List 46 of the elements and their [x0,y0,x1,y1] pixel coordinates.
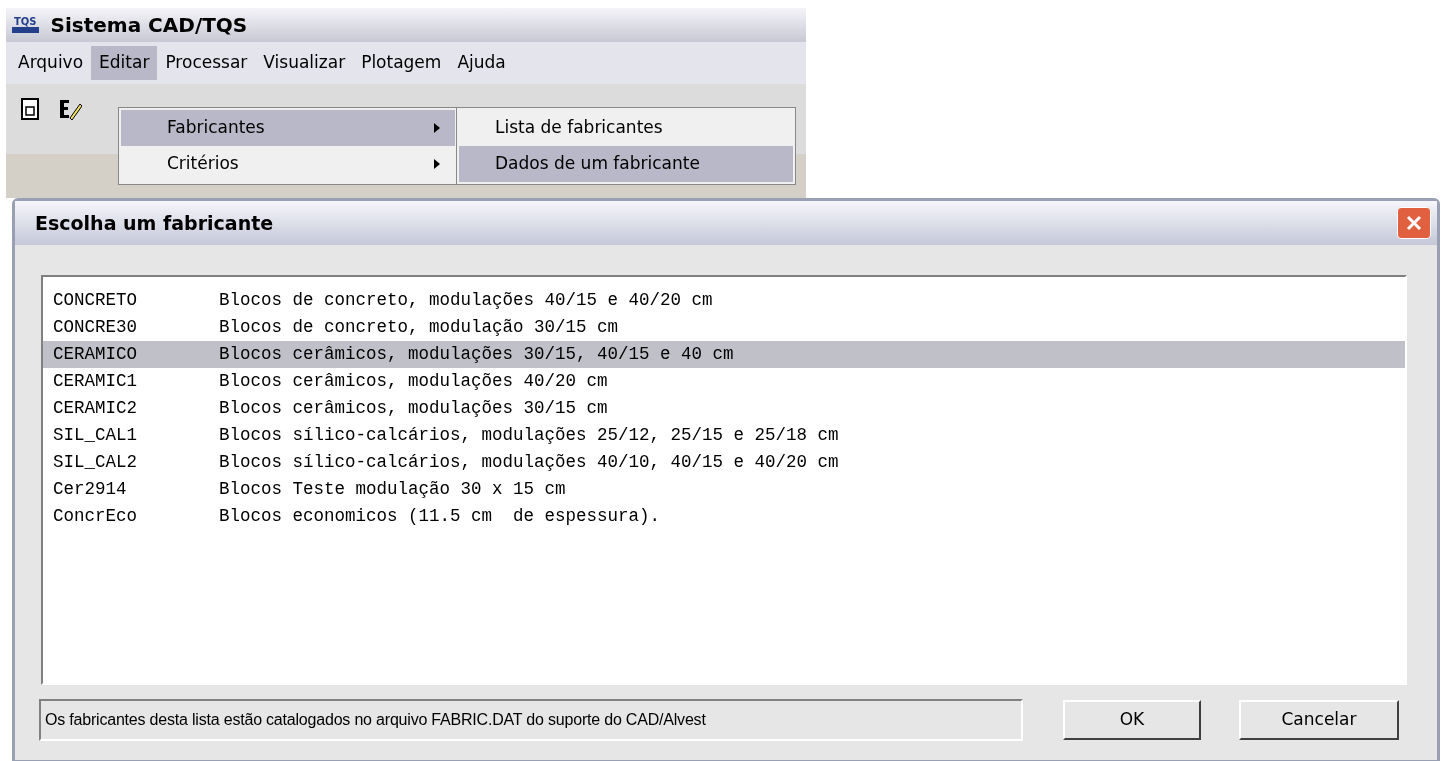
description-text: Blocos cerâmicos, modulações 30/15, 40/15 e 40 cm [219,343,734,367]
code-text: CONCRETO [53,289,138,313]
menu-item[interactable]: Ajuda [449,46,514,80]
close-button[interactable] [1397,207,1431,239]
cancel-button[interactable]: Cancelar [1239,700,1399,740]
menu-item[interactable]: Arquivo [10,46,92,80]
description-text: Blocos cerâmicos, modulações 40/20 cm [219,370,608,394]
description-text: Blocos sílico-calcários, modulações 25/12, 25/15 e 25/18 cm [219,424,839,448]
menu-item[interactable]: Processar [157,46,256,80]
window-title: Sistema CAD/TQS [50,12,248,39]
app-logo: TQS [12,17,39,33]
menu-item[interactable]: Dados de um fabricante [459,146,793,182]
status-text: Os fabricantes desta lista estão catalogados no arquivo FABRIC.DAT do suporte do CAD/Alvest [39,699,1023,741]
list-row[interactable]: CERAMICO Blocos cerâmicos, modulações 30/15, 40/15 e 40 cm [43,341,1405,368]
code-text: CERAMIC1 [53,370,138,394]
list-row[interactable]: CERAMIC2 Blocos cerâmicos, modulações 30/15 cm [43,395,1405,422]
menu-item[interactable]: Visualizar [255,46,354,80]
code-text: CERAMIC2 [53,397,138,421]
close-icon [1405,214,1423,232]
description-text: Blocos de concreto, modulações 40/15 e 40/20 cm [219,289,713,313]
document-icon[interactable] [18,96,42,122]
list-row[interactable]: ConcrEco Blocos economicos (11.5 cm de espessura). [43,503,1405,530]
description-text: Blocos economicos (11.5 cm de espessura). [219,505,661,529]
code-text: Cer2914 [53,478,128,502]
list-row[interactable]: Cer2914 Blocos Teste modulação 30 x 15 cm [43,476,1405,503]
code-text: CONCRE30 [53,316,138,340]
description-text: Blocos cerâmicos, modulações 30/15 cm [219,397,608,421]
code-text: SIL_CAL1 [53,424,138,448]
menu-item[interactable]: Plotagem [353,46,450,80]
code-text: SIL_CAL2 [53,451,138,475]
description-text: Blocos Teste modulação 30 x 15 cm [219,478,566,502]
list-row[interactable]: SIL_CAL2 Blocos sílico-calcários, modulações 40/10, 40/15 e 40/20 cm [43,449,1405,476]
list-row[interactable]: CONCRETO Blocos de concreto, modulações 40/15 e 40/20 cm [43,287,1405,314]
menu-item[interactable]: Critérios [121,146,455,182]
ok-button[interactable]: OK [1063,700,1201,740]
menu-item[interactable]: Lista de fabricantes [459,110,793,146]
code-text: ConcrEco [53,505,138,529]
menu-item[interactable]: Editar [91,46,158,80]
list-row[interactable]: CERAMIC1 Blocos cerâmicos, modulações 40/20 cm [43,368,1405,395]
description-text: Blocos de concreto, modulação 30/15 cm [219,316,619,340]
list-row[interactable]: SIL_CAL1 Blocos sílico-calcários, modulações 25/12, 25/15 e 25/18 cm [43,422,1405,449]
description-text: Blocos sílico-calcários, modulações 40/10, 40/15 e 40/20 cm [219,451,839,475]
menu-item[interactable]: Fabricantes [121,110,455,146]
code-text: CERAMICO [53,343,138,367]
dialog-title: Escolha um fabricante [35,210,274,236]
list-row[interactable]: CONCRE30 Blocos de concreto, modulação 30/15 cm [43,314,1405,341]
